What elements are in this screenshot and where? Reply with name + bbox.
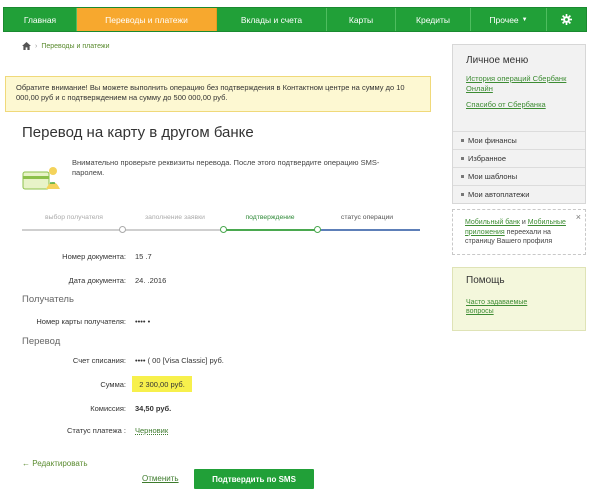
card-transfer-icon — [22, 167, 60, 190]
step-label-fill-request: заполнение заявки — [145, 214, 205, 221]
transfer-section-title: Перевод — [22, 336, 61, 347]
progress-stepper: выбор получателя заполнение заявки подтв… — [22, 214, 420, 234]
nav-item-other-label: Прочее — [489, 14, 519, 25]
step-label-confirmation: подтверждение — [245, 214, 295, 221]
doc-number-label: Номер документа: — [62, 252, 126, 261]
step-label-operation-status: статус операции — [340, 214, 394, 221]
page-title: Перевод на карту в другом банке — [22, 124, 254, 141]
breadcrumb-separator: › — [35, 42, 38, 50]
doc-date-label: Дата документа: — [68, 276, 126, 285]
step-dot — [220, 226, 227, 233]
help-box: Помощь Часто задаваемые вопросы — [452, 267, 586, 331]
step-label-select-recipient: выбор получателя — [45, 214, 103, 221]
nav-item-deposits[interactable]: Вклады и счета — [217, 8, 327, 31]
top-navigation: Главная Переводы и платежи Вклады и счет… — [3, 7, 587, 32]
cancel-link[interactable]: Отменить — [142, 474, 179, 483]
home-icon[interactable] — [22, 42, 31, 50]
nav-item-cards[interactable]: Карты — [327, 8, 396, 31]
settings-button[interactable] — [547, 8, 586, 31]
menu-item-templates[interactable]: Мои шаблоны — [453, 167, 585, 185]
bullet-icon — [461, 193, 464, 196]
step-line-next — [317, 229, 420, 231]
menu-item-label: Мои финансы — [468, 136, 517, 145]
help-heading: Помощь — [466, 275, 505, 286]
breadcrumb: › Переводы и платежи — [22, 42, 110, 50]
mobile-moved-note: × Мобильный банк и Мобильные приложения … — [452, 209, 586, 255]
spasibo-link[interactable]: Спасибо от Сбербанка — [453, 100, 585, 110]
recipient-section-title: Получатель — [22, 294, 74, 305]
history-link[interactable]: История операций Сбербанк Онлайн — [453, 74, 585, 94]
menu-item-label: Избранное — [468, 154, 507, 163]
card-number-value: •••• • — [135, 317, 151, 326]
debit-account-value: •••• ( 00 [Visa Classic] руб. — [135, 356, 224, 365]
personal-menu-heading: Личное меню — [466, 55, 529, 66]
amount-value: 2 300,00 руб. — [132, 376, 192, 392]
doc-date-value: 24. .2016 — [135, 276, 167, 285]
nav-item-home[interactable]: Главная — [4, 8, 77, 31]
note-and: и — [519, 219, 528, 226]
fee-label: Комиссия: — [90, 404, 126, 413]
mobile-bank-link[interactable]: Мобильный банк — [465, 219, 520, 226]
chevron-down-icon: ▼ — [521, 16, 528, 23]
menu-item-favorites[interactable]: Избранное — [453, 149, 585, 167]
gear-icon — [561, 14, 572, 25]
amount-label: Сумма: — [100, 380, 126, 389]
nav-item-other[interactable]: Прочее ▼ — [471, 8, 547, 31]
nav-item-transfers[interactable]: Переводы и платежи — [77, 8, 217, 31]
menu-item-autopayments[interactable]: Мои автоплатежи — [453, 185, 585, 203]
step-dot — [119, 226, 126, 233]
card-number-label: Номер карты получателя: — [36, 317, 126, 326]
step-line-current — [222, 229, 317, 231]
verify-details-text: Внимательно проверьте реквизиты перевода… — [72, 158, 380, 177]
limit-notice: Обратите внимание! Вы можете выполнить о… — [5, 76, 431, 112]
menu-item-finances[interactable]: Мои финансы — [453, 131, 585, 149]
payment-status-value[interactable]: Черновик — [135, 426, 168, 435]
confirm-sms-button[interactable]: Подтвердить по SMS — [194, 469, 314, 489]
faq-link[interactable]: Часто задаваемые вопросы — [466, 298, 556, 316]
doc-number-value: 15 .7 — [135, 252, 152, 261]
bullet-icon — [461, 139, 464, 142]
debit-account-label: Счет списания: — [72, 356, 126, 365]
menu-item-label: Мои шаблоны — [468, 172, 518, 181]
payment-status-label: Статус платежа : — [66, 426, 126, 435]
personal-menu: Личное меню История операций Сбербанк Он… — [452, 44, 586, 204]
breadcrumb-link-transfers[interactable]: Переводы и платежи — [41, 43, 109, 50]
edit-link[interactable]: ← Редактировать — [22, 459, 87, 468]
fee-value: 34,50 руб. — [135, 404, 172, 413]
bullet-icon — [461, 175, 464, 178]
bullet-icon — [461, 157, 464, 160]
step-dot — [314, 226, 321, 233]
menu-item-label: Мои автоплатежи — [468, 190, 530, 199]
nav-item-credits[interactable]: Кредиты — [396, 8, 471, 31]
close-icon[interactable]: × — [576, 212, 581, 223]
